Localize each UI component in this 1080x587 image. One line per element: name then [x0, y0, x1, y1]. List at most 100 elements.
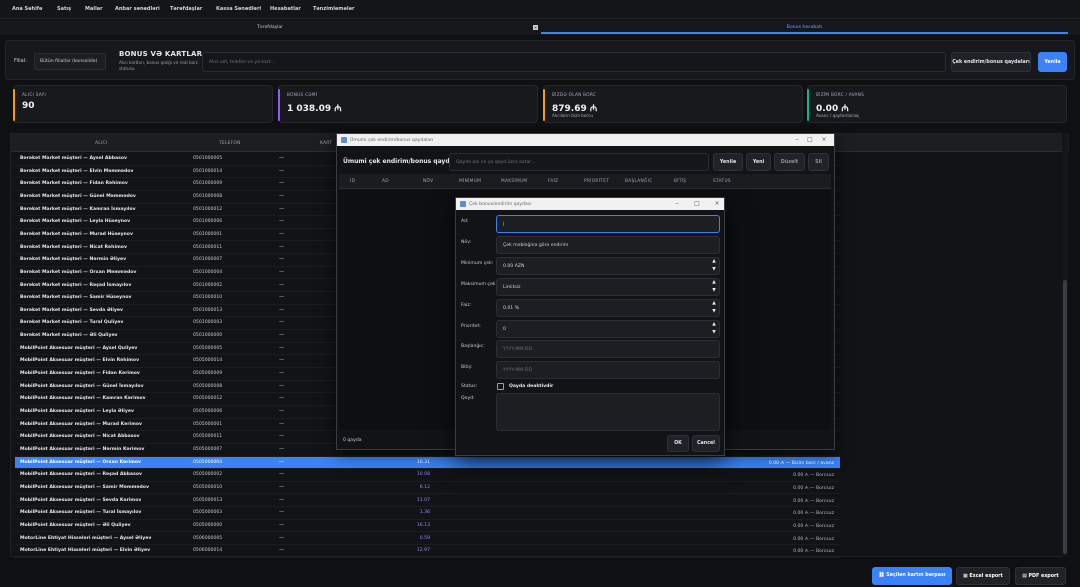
customer-card: —	[279, 281, 284, 288]
refresh-button[interactable]: Yenilə	[1038, 52, 1067, 72]
spin-down-icon[interactable]: ▼	[711, 330, 717, 336]
restore-card-button[interactable]: ⛓ Seçilən kartın bərpası	[872, 567, 952, 585]
col-max[interactable]: MAKSİMUM	[501, 179, 527, 184]
menu-home[interactable]: Ana Səhifə	[12, 6, 42, 12]
col-percent[interactable]: FAİZ	[548, 179, 558, 184]
customer-name: MobilPoint Aksesuar müştəri — Sevda Kəri…	[20, 497, 142, 503]
customer-phone: 0501000009	[193, 181, 223, 187]
rules-delete-button[interactable]: Sil	[808, 153, 829, 171]
customer-name: Bərəkət Market müştəri — Samir Hüseynov	[20, 295, 132, 301]
customer-status: 0.00 ₼ — Borcsuz	[793, 523, 834, 529]
spin-down-icon[interactable]: ▼	[711, 309, 717, 315]
table-row[interactable]: MobilPoint Aksesuar müştəri — Əli Quliye…	[15, 520, 840, 533]
col-name[interactable]: AD	[382, 179, 389, 184]
customer-card: —	[279, 230, 284, 237]
customer-bonus: 10.31	[416, 459, 430, 465]
customer-phone: 0505000012	[193, 396, 223, 402]
customer-bonus: 10.08	[416, 472, 430, 478]
col-status[interactable]: STATUS	[713, 179, 731, 184]
type-select[interactable]: Çek məbləğinə görə endirim	[496, 236, 720, 254]
table-row[interactable]: MobilPoint Aksesuar müştəri — Samir Məmm…	[15, 482, 840, 495]
menu-settings[interactable]: Tənzimləmələr	[313, 6, 354, 12]
max-stepper[interactable]: Limitsiz ▲ ▼	[496, 278, 720, 296]
spin-up-icon[interactable]: ▲	[711, 322, 717, 328]
ok-button[interactable]: OK	[667, 435, 689, 452]
pdf-export-button[interactable]: ▤ PDF export	[1015, 567, 1066, 585]
table-row[interactable]: MobilPoint Aksesuar müştəri — Orxan Kəri…	[15, 456, 840, 470]
col-card[interactable]: KART	[320, 141, 332, 146]
table-row[interactable]: MobilPoint Aksesuar müştəri — Sevda Kəri…	[15, 495, 840, 508]
customer-bonus: 12.97	[416, 548, 430, 554]
rules-window-titlebar[interactable]: Ümumi çek endirim/bonus qaydaları – □ ×	[337, 134, 834, 146]
spin-down-icon[interactable]: ▼	[711, 267, 717, 273]
col-id[interactable]: ID	[350, 179, 355, 184]
percent-stepper[interactable]: 0.01 % ▲ ▼	[496, 299, 720, 317]
col-type[interactable]: NÖV	[423, 179, 433, 184]
col-customer[interactable]: ALICI	[95, 141, 107, 146]
table-row[interactable]: MotorLine Ehtiyat Hissələri müştəri — Ay…	[15, 533, 840, 546]
menu-partners[interactable]: Tərəfdaşlar	[170, 6, 202, 12]
cancel-button[interactable]: Cancel	[692, 435, 720, 452]
customer-phone: 0501000010	[193, 295, 223, 301]
rules-refresh-button[interactable]: Yenilə	[713, 153, 743, 171]
menu-warehouse-docs[interactable]: Anbar sənədləri	[115, 6, 160, 12]
col-priority[interactable]: PRİORİTET	[584, 179, 609, 184]
rules-search-input[interactable]: Qayda adı və ya qeyd üzrə axtar...	[449, 153, 709, 171]
customer-name: MobilPoint Aksesuar müştəri — Fidan Kəri…	[20, 371, 140, 377]
maximize-icon[interactable]: □	[692, 200, 702, 208]
customer-name: Bərəkət Market müştəri — Aysel Abbasov	[20, 156, 128, 161]
col-min[interactable]: MİNİMUM	[459, 179, 481, 184]
minimize-icon[interactable]: –	[672, 200, 682, 208]
menu-reports[interactable]: Hesabatlar	[270, 6, 301, 12]
status-checkbox-label[interactable]: Qayda deaktivdir	[509, 384, 553, 389]
rules-new-button[interactable]: Yeni	[746, 153, 771, 171]
spin-down-icon[interactable]: ▼	[711, 288, 717, 294]
rule-editor-titlebar[interactable]: Çek bonus/endirim qaydası – □ ×	[456, 198, 724, 210]
col-phone[interactable]: TELEFON	[219, 141, 241, 146]
customer-phone: 0501000000	[193, 333, 223, 339]
spin-up-icon[interactable]: ▲	[711, 280, 717, 286]
search-input[interactable]: Alıcı adı, telefon və ya kart...	[202, 52, 946, 72]
end-date-input[interactable]: YYYY-MM-DD	[496, 361, 720, 379]
start-date-input[interactable]: YYYY-MM-DD	[496, 340, 720, 358]
grid-scroll-thumb[interactable]	[1063, 280, 1067, 554]
rules-edit-button[interactable]: Düzəlt	[774, 153, 805, 171]
note-textarea[interactable]	[496, 393, 720, 431]
tab-partners[interactable]: Tərəfdaşlar ×	[0, 22, 540, 34]
close-icon[interactable]: ×	[712, 200, 722, 208]
customer-card: —	[279, 382, 284, 389]
customer-card: —	[279, 509, 284, 516]
customer-name: MotorLine Ehtiyat Hissələri müştəri — El…	[20, 548, 151, 554]
col-start[interactable]: BAŞLANĞIC	[625, 179, 653, 184]
col-end[interactable]: BİTİŞ	[674, 179, 686, 184]
table-row[interactable]: MobilPoint Aksesuar müştəri — Rəşad Abba…	[15, 469, 840, 482]
minimize-icon[interactable]: –	[792, 136, 802, 144]
close-icon[interactable]: ×	[819, 136, 829, 144]
min-stepper[interactable]: 0.00 AZN ▲ ▼	[496, 257, 720, 275]
close-icon[interactable]: ×	[533, 25, 538, 30]
customer-name: MobilPoint Aksesuar müştəri — Aysel Quli…	[20, 345, 138, 351]
spin-up-icon[interactable]: ▲	[711, 259, 717, 265]
menu-goods[interactable]: Mallar	[85, 6, 103, 12]
min-label: Minimum çek:	[461, 261, 494, 266]
priority-stepper[interactable]: 0 ▲ ▼	[496, 320, 720, 338]
customer-phone: 0505000014	[193, 358, 223, 364]
rules-button[interactable]: Çek endirim/bonus qaydaları	[951, 52, 1031, 72]
customer-name: Bərəkət Market müştəri — Kamran İsmayılo…	[20, 206, 136, 212]
customer-card: —	[279, 192, 284, 199]
status-label: Status:	[461, 384, 478, 389]
name-input[interactable]: |	[496, 215, 720, 233]
excel-export-button[interactable]: ▦ Excel export	[956, 567, 1010, 585]
tab-bonus-report[interactable]: Bonus hesabatı	[541, 22, 1068, 34]
customer-name: MobilPoint Aksesuar müştəri — Samir Məmm…	[20, 484, 149, 490]
status-checkbox[interactable]	[497, 383, 504, 390]
table-row[interactable]: MobilPoint Aksesuar müştəri — Tural İsma…	[15, 507, 840, 520]
menu-cash-docs[interactable]: Kassa Sənədləri	[216, 6, 261, 12]
customer-card: —	[279, 332, 284, 339]
spin-up-icon[interactable]: ▲	[711, 301, 717, 307]
customer-name: Bərəkət Market müştəri — Fidan Rəhimov	[20, 181, 128, 187]
maximize-icon[interactable]: □	[805, 136, 815, 144]
menu-sales[interactable]: Satış	[57, 6, 71, 12]
table-row[interactable]: MotorLine Ehtiyat Hissələri müştəri — El…	[15, 545, 840, 558]
filial-select[interactable]: Bütün filiallar (konsolidə)	[34, 53, 106, 70]
